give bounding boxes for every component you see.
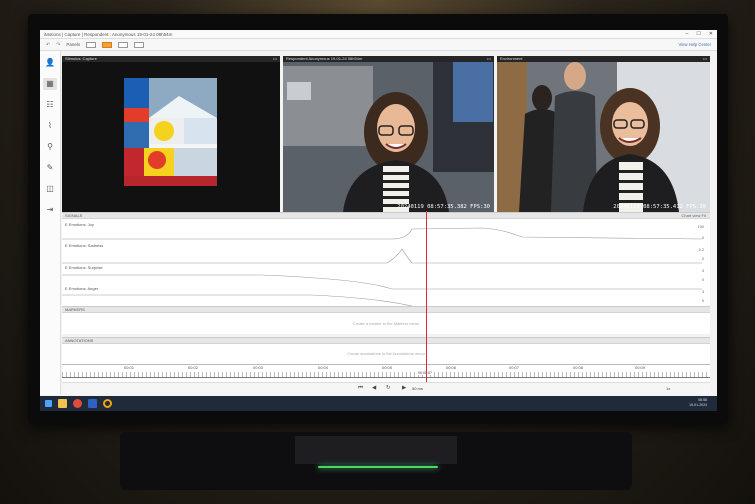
respondent-panel: Respondent Anonymous 19-01-24 08h54m •••… bbox=[283, 56, 494, 212]
stimulus-panel-title: Stimulus: Capture bbox=[62, 56, 280, 62]
signal-trace-surprise bbox=[62, 274, 702, 290]
timeline-ticks bbox=[62, 372, 710, 378]
previous-button[interactable]: ⏮ bbox=[358, 385, 363, 392]
signal-max-anger: 3 bbox=[701, 290, 704, 294]
environment-panel-title: Environment bbox=[497, 56, 710, 62]
help-center-link[interactable]: View Help Center bbox=[678, 42, 711, 47]
signals-section: SIGNALS Chart view Fit E Emotions: Joy 1… bbox=[62, 212, 710, 307]
signal-min-anger: 0 bbox=[701, 299, 704, 303]
step-back-button[interactable]: ◀ bbox=[372, 385, 376, 391]
title-bar: iMotions | Capture | Respondent : Anonym… bbox=[40, 30, 717, 39]
stand-panel bbox=[295, 436, 457, 464]
video-panels: Stimulus: Capture ••• Respondent Anonymo… bbox=[62, 56, 710, 212]
os-taskbar: 08:58 19-01-2024 bbox=[40, 396, 717, 411]
panel-menu-icon[interactable]: ••• bbox=[703, 56, 707, 61]
monitor-stand bbox=[120, 432, 632, 490]
respondent-panel-title: Respondent Anonymous 19-01-24 08h54m bbox=[283, 56, 494, 62]
timeline-tick: 00:06 bbox=[446, 365, 457, 370]
file-explorer-icon[interactable] bbox=[58, 399, 67, 408]
minimize-button[interactable]: – bbox=[686, 31, 689, 37]
panel-menu-icon[interactable]: ••• bbox=[273, 56, 277, 61]
speed-select[interactable]: 50 ms bbox=[412, 386, 423, 391]
zoom-select[interactable]: 1x bbox=[666, 386, 670, 391]
windows-start-icon[interactable] bbox=[45, 400, 52, 407]
chat-icon[interactable]: ◫ bbox=[43, 183, 57, 195]
signal-max-surprise: 3 bbox=[701, 269, 704, 273]
timeline-tick: 00:03 bbox=[253, 365, 264, 370]
sliders-icon[interactable]: ☷ bbox=[43, 99, 57, 111]
redo-button[interactable]: ↷ bbox=[56, 42, 60, 48]
timeline-tick: 00:09 bbox=[635, 365, 646, 370]
close-button[interactable]: ✕ bbox=[709, 31, 713, 37]
chart-view-value: Fit bbox=[701, 213, 706, 218]
timeline-tick: 00:04 bbox=[318, 365, 329, 370]
maximize-button[interactable]: ☐ bbox=[696, 31, 700, 37]
annotations-section: ANNOTATIONS Create annotations in the An… bbox=[62, 337, 710, 364]
chrome-icon[interactable] bbox=[73, 399, 82, 408]
chart-view-label: Chart view bbox=[681, 213, 701, 218]
stimulus-flyer-image bbox=[124, 78, 217, 186]
signal-trace-sadness bbox=[62, 248, 702, 264]
timeline-tick: 00:05 bbox=[382, 365, 393, 370]
playhead[interactable] bbox=[426, 211, 427, 384]
timeline-tick: 00:07 bbox=[509, 365, 520, 370]
video-icon[interactable]: ▦ bbox=[43, 78, 57, 90]
status-led bbox=[318, 466, 438, 468]
panels-dropdown[interactable]: Panels bbox=[66, 42, 80, 47]
stimulus-panel: Stimulus: Capture ••• bbox=[62, 56, 280, 212]
window-title: iMotions | Capture | Respondent : Anonym… bbox=[44, 31, 173, 37]
annotations-hint: Create annotations in the Annotations me… bbox=[347, 351, 425, 356]
timeline-tick: 00:01 bbox=[124, 365, 135, 370]
environment-video bbox=[497, 56, 710, 212]
markers-section: MARKERS Create a marker in the Markers m… bbox=[62, 306, 710, 334]
respondent-timestamp: 20240119 08:57:35.382 FPS:30 bbox=[397, 204, 490, 210]
sidebar: 👤 ▦ ☷ ⌇ ⚲ ✎ ◫ ⇥ bbox=[40, 51, 61, 395]
clock-date: 19-01-2024 bbox=[689, 403, 707, 407]
play-button[interactable]: ▶ bbox=[402, 385, 406, 391]
system-clock[interactable]: 08:58 19-01-2024 bbox=[689, 398, 707, 408]
markers-header: MARKERS bbox=[62, 307, 710, 313]
window-controls: – ☐ ✕ bbox=[686, 31, 713, 37]
chart-icon[interactable]: ⌇ bbox=[43, 120, 57, 132]
layout-list-button[interactable] bbox=[134, 41, 145, 48]
person-icon[interactable]: 👤 bbox=[43, 57, 57, 69]
respondent-video bbox=[283, 56, 494, 212]
toolbar: ↶ ↷ Panels View Help Center bbox=[40, 39, 717, 51]
timeline-ruler[interactable]: 00:01 00:02 00:03 00:04 00:05 00:06 00:0… bbox=[62, 364, 710, 382]
signal-min-sadness: 0 bbox=[701, 257, 704, 261]
imotions-icon[interactable] bbox=[103, 399, 112, 408]
timeline-tick: 00:08 bbox=[573, 365, 584, 370]
panel-menu-icon[interactable]: ••• bbox=[487, 56, 491, 61]
timeline-tick: 00:02 bbox=[188, 365, 199, 370]
signal-min-surprise: 0 bbox=[701, 278, 704, 282]
layout-triple-button[interactable] bbox=[102, 41, 113, 48]
environment-timestamp: 20240119 08:57:35.412 FPS:30 bbox=[613, 204, 706, 210]
signal-min-joy: 0 bbox=[701, 236, 704, 240]
pen-icon[interactable]: ✎ bbox=[43, 162, 57, 174]
exit-icon[interactable]: ⇥ bbox=[43, 204, 57, 216]
location-icon[interactable]: ⚲ bbox=[43, 141, 57, 153]
transport-bar: ⏮ ◀ ↻ ▶ 50 ms 1x bbox=[62, 382, 710, 394]
annotations-header: ANNOTATIONS bbox=[62, 338, 710, 344]
signal-trace-joy bbox=[62, 227, 702, 240]
reload-button[interactable]: ↻ bbox=[386, 385, 391, 391]
undo-button[interactable]: ↶ bbox=[46, 42, 50, 48]
environment-panel: Environment ••• 20240119 08:57:35.412 FP… bbox=[497, 56, 710, 212]
signal-traces bbox=[62, 227, 702, 307]
layout-grid-button[interactable] bbox=[118, 41, 129, 48]
markers-hint: Create a marker in the Markers menu bbox=[352, 321, 420, 326]
monitor-screen: iMotions | Capture | Respondent : Anonym… bbox=[40, 30, 717, 411]
current-time: 00:05:07 bbox=[418, 371, 432, 375]
app-icon[interactable] bbox=[88, 399, 97, 408]
layout-single-button[interactable] bbox=[86, 41, 97, 48]
signals-title: SIGNALS bbox=[65, 213, 83, 218]
